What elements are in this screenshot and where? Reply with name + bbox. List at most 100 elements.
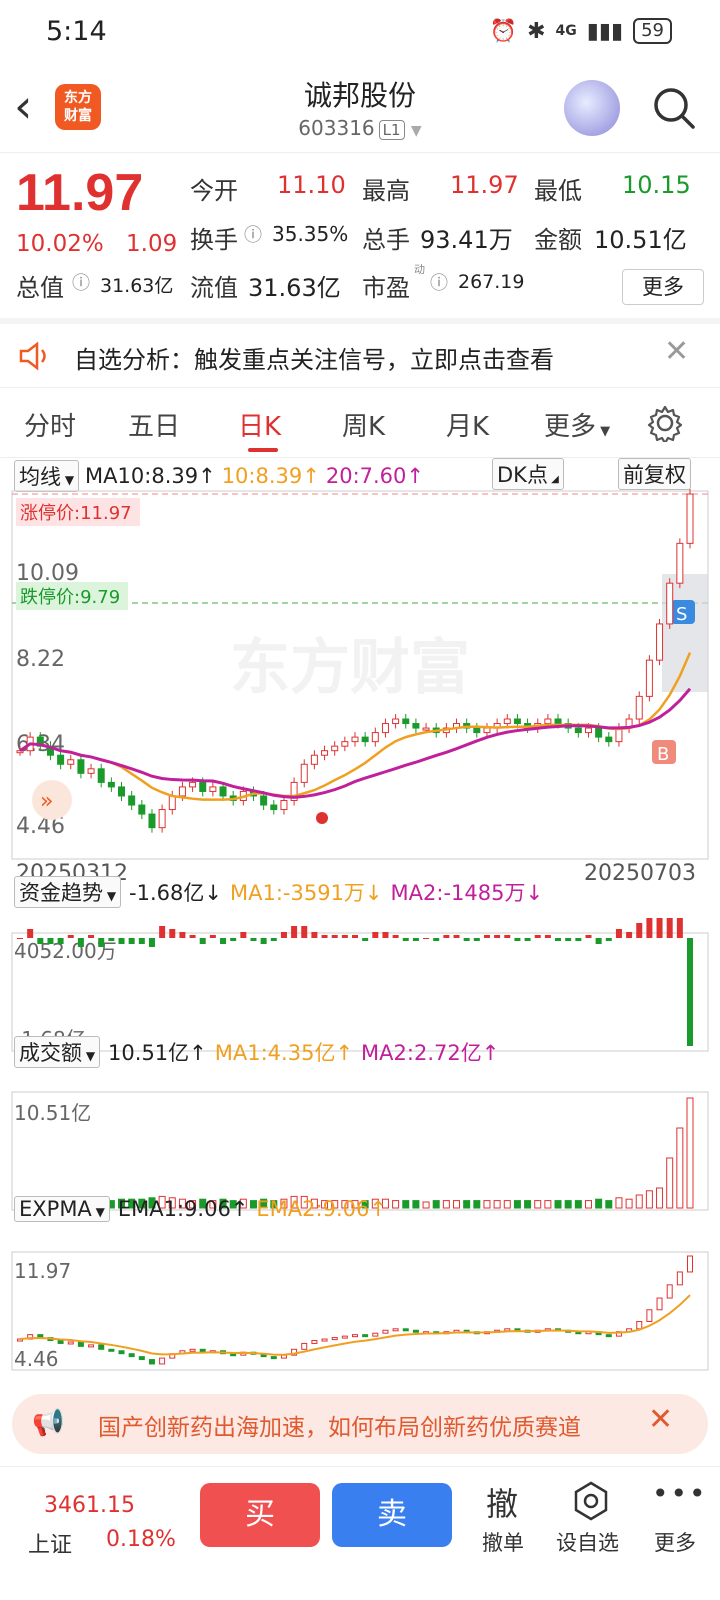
fund-bar [220, 938, 227, 944]
candle [686, 493, 694, 544]
fund-bar [666, 918, 673, 938]
volume-bar [605, 1200, 613, 1209]
level-badge: L1 [378, 120, 405, 140]
candle [351, 736, 359, 743]
close-icon[interactable]: ✕ [664, 334, 689, 369]
mktcap-label: 总值 [16, 274, 64, 302]
candle [392, 718, 400, 725]
float-label: 流值 [190, 274, 238, 302]
expma-candle [88, 1344, 95, 1348]
fund-bar [443, 935, 450, 938]
candle [656, 623, 664, 661]
volume-bar [493, 1200, 501, 1209]
status-bar: 5:14 ⏰ ✱ 4G ▮▮▮ 59 [0, 0, 720, 64]
volume-bar [442, 1200, 450, 1209]
tab-five-day[interactable]: 五日 [128, 406, 180, 443]
candle [422, 727, 430, 731]
info-icon[interactable]: ⓘ [430, 269, 448, 295]
close-icon[interactable]: ✕ [648, 1402, 673, 1437]
expma-candle [77, 1341, 84, 1347]
candle [402, 718, 410, 725]
more-quote-button[interactable]: 更多 [622, 269, 704, 305]
fund-bar [27, 929, 34, 938]
expma-candle [57, 1340, 64, 1344]
analysis-notice[interactable]: 自选分析：触发重点关注信号，立即点击查看 ✕ [0, 318, 720, 388]
double-chevron-icon: » [40, 789, 53, 814]
candle [605, 736, 613, 743]
more-label[interactable]: 更多 [654, 1527, 696, 1557]
expma-candle [636, 1320, 643, 1330]
sell-button[interactable]: 卖 [332, 1483, 452, 1547]
pe-label: 市盈 [362, 274, 410, 302]
fund-bar [402, 938, 409, 941]
expma-candle [67, 1341, 74, 1345]
settings-gear-icon[interactable] [646, 404, 684, 442]
info-icon[interactable]: ⓘ [244, 221, 262, 247]
index-pct[interactable]: 0.18% [106, 1527, 176, 1552]
tab-intraday[interactable]: 分时 [24, 406, 76, 443]
more-dots-icon[interactable]: ••• [652, 1477, 708, 1510]
candle [300, 763, 308, 783]
expma-candle [412, 1329, 419, 1333]
chevron-down-icon: ▼ [410, 123, 422, 139]
y-label-2: 8.22 [16, 647, 65, 672]
hexagon-settings-icon[interactable] [572, 1481, 610, 1521]
status-icons: ⏰ ✱ 4G ▮▮▮ 59 [490, 18, 672, 44]
candle [310, 754, 318, 765]
fund-bar [605, 938, 612, 941]
tab-daily-k[interactable]: 日K [238, 406, 281, 443]
candle [97, 768, 105, 783]
buy-button[interactable]: 买 [200, 1483, 320, 1547]
expma-candle [646, 1309, 653, 1322]
tab-monthly-k[interactable]: 月K [446, 406, 489, 443]
info-icon[interactable]: ⓘ [72, 269, 90, 295]
watermark: 东方财富 [230, 633, 470, 703]
tab-more[interactable]: 更多 ▼ [544, 406, 610, 443]
tab-more-label: 更多 [544, 412, 597, 442]
expma-candle [98, 1344, 105, 1350]
notice-text: 自选分析：触发重点关注信号，立即点击查看 [74, 346, 554, 374]
candle [595, 727, 603, 738]
fund-bar [412, 938, 419, 941]
add-watchlist-label[interactable]: 设自选 [556, 1527, 619, 1557]
candle [128, 795, 136, 806]
fund-bar [291, 926, 298, 938]
cancel-order-icon[interactable]: 撤 [486, 1479, 518, 1525]
volume-bar [412, 1200, 420, 1209]
search-icon[interactable] [652, 86, 696, 130]
promo-banner[interactable]: 📢 国产创新药出海加速，如何布局创新药优质赛道 ✕ [12, 1394, 708, 1454]
candle [209, 786, 217, 792]
tab-weekly-k[interactable]: 周K [342, 406, 385, 443]
y-label-1: 10.09 [16, 561, 79, 586]
expma-candle [301, 1342, 308, 1350]
cancel-order-label[interactable]: 撤单 [482, 1527, 524, 1557]
index-name[interactable]: 上证 [28, 1527, 72, 1559]
candle [270, 804, 278, 811]
candle [544, 718, 552, 725]
assistant-robot-icon[interactable] [564, 80, 620, 136]
candle [158, 809, 166, 829]
volume-bar [686, 1097, 694, 1209]
high-value: 11.97 [450, 171, 519, 199]
expma-candle [148, 1359, 155, 1365]
volume-select[interactable]: 成交额 ▼ [14, 1036, 101, 1068]
candle [503, 718, 511, 725]
megaphone-icon: 📢 [32, 1408, 65, 1438]
caret-down-icon: ▼ [82, 1049, 96, 1063]
fund-bar [331, 935, 338, 938]
kline-chart-area[interactable]: 均线 ▼ MA10:8.39↑ 10:8.39↑ 20:7.60↑ DK点 ◢ … [0, 458, 720, 1388]
fund-select[interactable]: 资金趋势 ▼ [14, 876, 122, 908]
volume-bar [554, 1200, 562, 1209]
signal-dot [316, 812, 328, 824]
expma-select[interactable]: EXPMA ▼ [14, 1196, 110, 1222]
fund-bar [148, 938, 155, 947]
candle [473, 727, 481, 734]
index-value[interactable]: 3461.15 [44, 1493, 135, 1518]
expma-candle [402, 1328, 409, 1332]
candle [635, 695, 643, 720]
volume-header: 成交额 ▼ 10.51亿↑ MA1:4.35亿↑ MA2:2.72亿↑ [14, 1036, 499, 1068]
kline-svg[interactable]: 东方财富 涨停价:11.97 跌停价:9.79 10.09 8.22 6.34 … [0, 458, 720, 1388]
banner-text: 国产创新药出海加速，如何布局创新药优质赛道 [98, 1415, 581, 1441]
fund-header: 资金趋势 ▼ -1.68亿↓ MA1:-3591万↓ MA2:-1485万↓ [14, 876, 543, 908]
pe-value: 267.19 [458, 271, 525, 293]
